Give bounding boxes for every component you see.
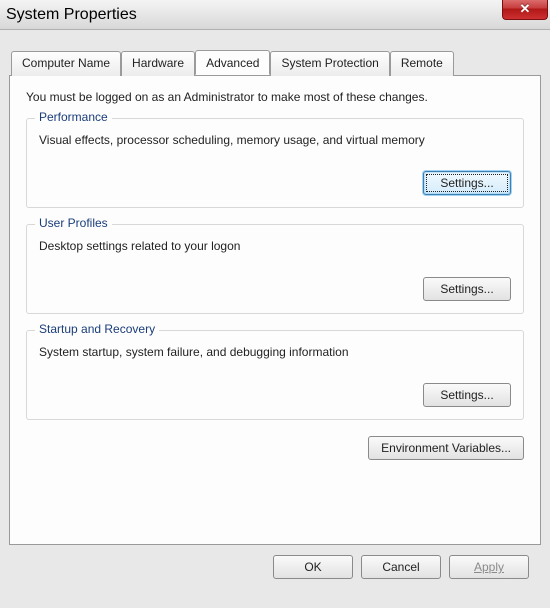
- window-title: System Properties: [6, 6, 137, 24]
- tab-system-protection[interactable]: System Protection: [270, 51, 389, 76]
- startup-recovery-legend: Startup and Recovery: [35, 322, 159, 336]
- user-profiles-group: User Profiles Desktop settings related t…: [26, 224, 524, 314]
- startup-recovery-settings-button[interactable]: Settings...: [423, 383, 511, 407]
- ok-button[interactable]: OK: [273, 555, 353, 579]
- title-bar: System Properties ✕: [0, 0, 550, 30]
- tab-advanced[interactable]: Advanced: [195, 50, 270, 75]
- tab-strip: Computer Name Hardware Advanced System P…: [11, 50, 541, 75]
- close-button[interactable]: ✕: [502, 0, 548, 20]
- cancel-button[interactable]: Cancel: [361, 555, 441, 579]
- intro-text: You must be logged on as an Administrato…: [26, 90, 524, 104]
- performance-settings-button[interactable]: Settings...: [423, 171, 511, 195]
- user-profiles-legend: User Profiles: [35, 216, 112, 230]
- apply-label: Apply: [474, 560, 504, 574]
- apply-button[interactable]: Apply: [449, 555, 529, 579]
- dialog-button-bar: OK Cancel Apply: [9, 545, 541, 579]
- environment-variables-button[interactable]: Environment Variables...: [368, 436, 524, 460]
- startup-recovery-group: Startup and Recovery System startup, sys…: [26, 330, 524, 420]
- tab-computer-name[interactable]: Computer Name: [11, 51, 121, 76]
- performance-legend: Performance: [35, 110, 112, 124]
- startup-recovery-desc: System startup, system failure, and debu…: [39, 345, 511, 359]
- tab-remote[interactable]: Remote: [390, 51, 454, 76]
- performance-group: Performance Visual effects, processor sc…: [26, 118, 524, 208]
- user-profiles-desc: Desktop settings related to your logon: [39, 239, 511, 253]
- close-icon: ✕: [520, 1, 531, 17]
- user-profiles-settings-button[interactable]: Settings...: [423, 277, 511, 301]
- dialog-body: Computer Name Hardware Advanced System P…: [0, 30, 550, 589]
- performance-desc: Visual effects, processor scheduling, me…: [39, 133, 511, 147]
- advanced-panel: You must be logged on as an Administrato…: [9, 75, 541, 545]
- tab-hardware[interactable]: Hardware: [121, 51, 195, 76]
